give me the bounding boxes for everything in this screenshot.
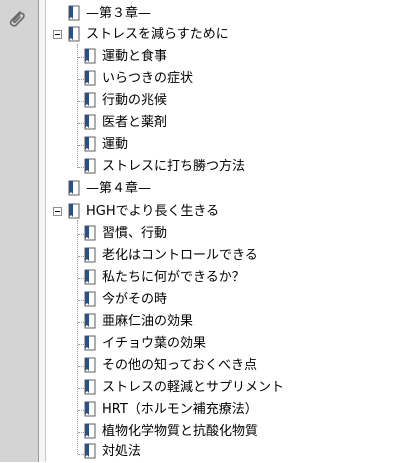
bookmark-icon [68,180,80,196]
bookmark-label: 老化はコントロールできる [102,248,258,263]
bookmark-item[interactable]: 私たちに何ができるか？ [82,267,245,289]
bookmark-item[interactable]: 運動と食事 [82,46,167,68]
bookmark-label: ストレスの軽減とサプリメント [102,380,285,395]
bookmark-label: 習慣、行動 [102,226,168,241]
bookmark-icon [84,401,96,417]
bookmark-label: 運動と食事 [102,49,168,64]
bookmark-item[interactable]: —第４章— [66,178,151,200]
bookmark-item[interactable]: いらつきの症状 [82,68,193,90]
bookmark-item[interactable]: 行動の兆候 [82,90,167,112]
bookmark-label: いらつきの症状 [102,71,194,86]
bookmark-item[interactable]: 運動 [82,134,128,156]
bookmark-icon [84,225,96,241]
bookmark-label: 今がその時 [102,292,168,307]
bookmark-item[interactable]: 植物化学物質と抗酸化物質 [82,421,258,443]
bookmark-icon [84,335,96,351]
bookmark-item[interactable]: イチョウ葉の効果 [82,333,206,355]
bookmark-label: その他の知っておくべき点 [102,358,257,373]
bookmark-icon [84,92,96,108]
bookmark-item[interactable]: ストレスに打ち勝つ方法 [82,156,245,178]
bookmark-label: 医者と薬剤 [102,115,168,130]
bookmark-item[interactable]: 医者と薬剤 [82,112,167,134]
bookmark-item[interactable]: ストレスを減らすために [66,24,229,46]
bookmark-item[interactable]: —第３章— [66,3,151,25]
bookmark-icon [84,357,96,373]
bookmark-item[interactable]: 老化はコントロールできる [82,245,258,267]
bookmark-label: 運動 [102,137,129,152]
bookmark-icon [84,247,96,263]
bookmark-icon [84,443,96,459]
collapse-minus-icon[interactable] [53,207,62,216]
bookmark-label: —第４章— [86,181,152,196]
bookmark-item[interactable]: ストレスの軽減とサプリメント [82,377,284,399]
bookmark-label: 行動の兆候 [102,93,168,108]
bookmark-item[interactable]: 亜麻仁油の効果 [82,311,193,333]
bookmark-icon [84,423,96,439]
bookmarks-tree: —第３章— ストレスを減らすために 運動と食事 いらつきの症状 行動の兆候 医者… [46,0,407,462]
bookmark-item[interactable]: 習慣、行動 [82,223,167,245]
bookmark-label: HRT（ホルモン補充療法） [102,402,258,417]
bookmark-label: HGHでより長く生きる [86,204,220,219]
bookmark-icon [84,158,96,174]
bookmark-icon [68,26,80,42]
bookmark-icon [68,5,80,21]
bookmark-label: 私たちに何ができるか？ [102,270,245,285]
bookmark-icon [84,291,96,307]
bookmark-item[interactable]: 対処法 [82,441,141,463]
bookmark-item[interactable]: HGHでより長く生きる [66,201,219,223]
bookmark-item[interactable]: HRT（ホルモン補充療法） [82,399,258,421]
bookmark-icon [84,48,96,64]
pane-splitter[interactable] [39,0,46,462]
bookmark-item[interactable]: 今がその時 [82,289,167,311]
bookmark-label: 対処法 [102,444,142,459]
bookmark-label: —第３章— [86,6,152,21]
bookmark-icon [84,70,96,86]
collapse-minus-icon[interactable] [53,30,62,39]
bookmark-label: イチョウ葉の効果 [102,336,207,351]
bookmark-label: ストレスを減らすために [86,27,229,42]
bookmark-icon [84,313,96,329]
bookmark-icon [84,114,96,130]
bookmark-icon [68,203,80,219]
paperclip-icon[interactable] [6,8,28,30]
bookmark-icon [84,269,96,285]
bookmark-icon [84,379,96,395]
bookmark-item[interactable]: その他の知っておくべき点 [82,355,257,377]
bookmark-icon [84,136,96,152]
navigation-pane-rail [0,0,39,462]
bookmark-label: ストレスに打ち勝つ方法 [102,159,246,174]
bookmark-label: 植物化学物質と抗酸化物質 [102,424,259,439]
bookmark-label: 亜麻仁油の効果 [102,314,194,329]
